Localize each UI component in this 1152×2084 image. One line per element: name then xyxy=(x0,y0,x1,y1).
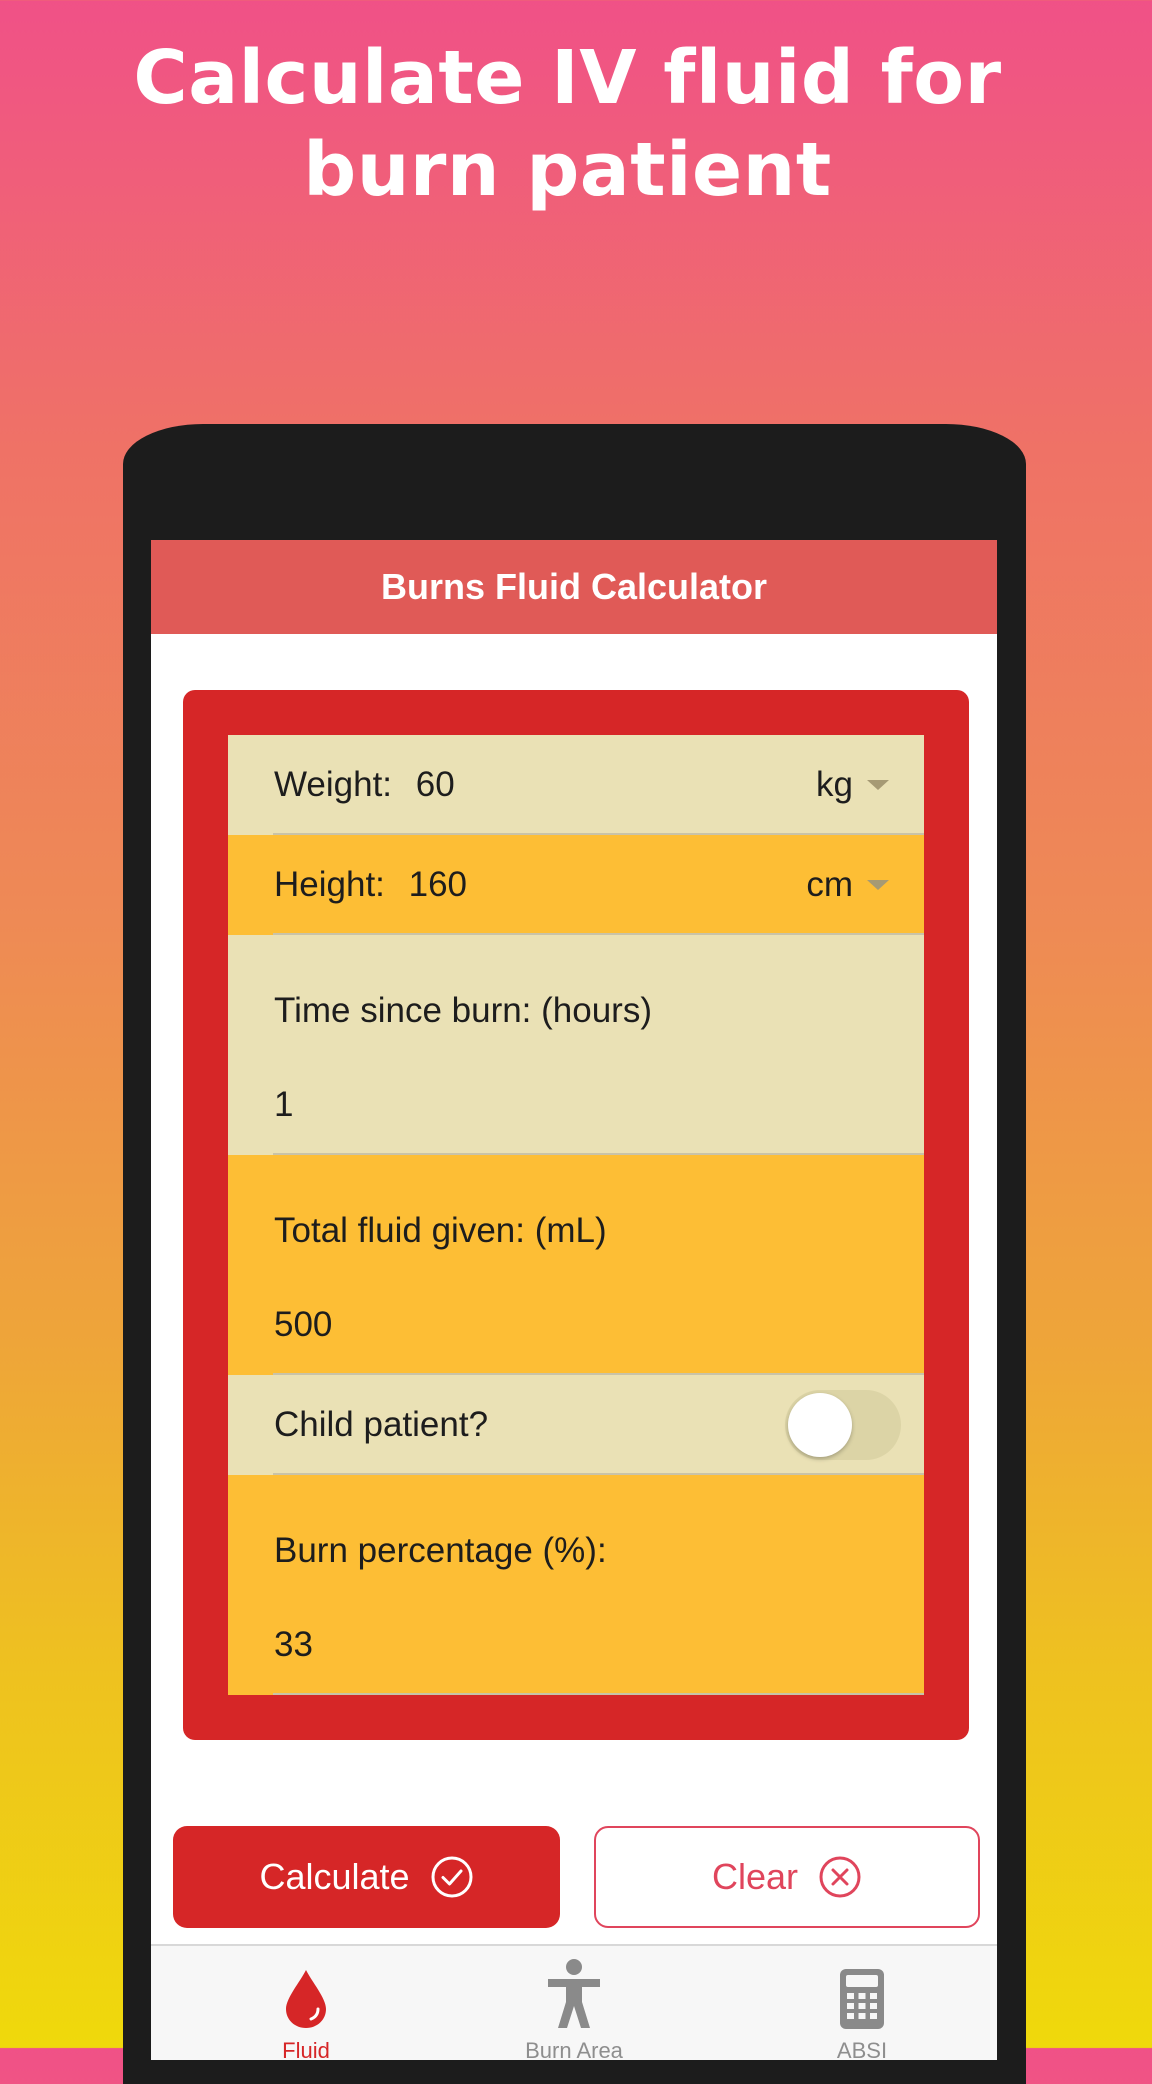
calculate-button[interactable]: Calculate xyxy=(173,1826,560,1928)
burn-percentage-row: Burn percentage (%): 33 xyxy=(228,1475,924,1695)
height-input[interactable]: 160 xyxy=(409,865,467,905)
app-title: Burns Fluid Calculator xyxy=(380,566,768,607)
tab-fluid-label: Fluid xyxy=(282,2038,330,2060)
time-since-burn-label: Time since burn: (hours) xyxy=(274,991,652,1030)
weight-label: Weight: xyxy=(274,765,402,804)
close-circle-icon xyxy=(819,1856,861,1898)
chevron-down-icon xyxy=(867,880,889,890)
weight-unit-select[interactable]: kg xyxy=(816,765,889,805)
height-unit-select[interactable]: cm xyxy=(806,865,889,905)
total-fluid-label: Total fluid given: (mL) xyxy=(274,1211,607,1250)
total-fluid-input[interactable]: 500 xyxy=(274,1305,332,1345)
chevron-down-icon xyxy=(867,780,889,790)
burn-percentage-label: Burn percentage (%): xyxy=(274,1531,607,1570)
height-label: Height: xyxy=(274,865,395,904)
drop-icon xyxy=(286,1970,326,2028)
promo-heading-line-1: Calculate IV fluid for xyxy=(133,35,1002,121)
clear-button[interactable]: Clear xyxy=(594,1826,980,1928)
app-screen: Burns Fluid Calculator Weight: 60 kg Hei… xyxy=(151,540,997,2060)
tab-bar: Fluid Burn Area ABSI xyxy=(151,1944,997,2060)
weight-input[interactable]: 60 xyxy=(416,765,455,805)
child-patient-row: Child patient? xyxy=(228,1375,924,1475)
child-patient-label: Child patient? xyxy=(274,1405,489,1444)
person-icon xyxy=(548,1959,600,2028)
row-divider xyxy=(273,1693,924,1695)
tab-absi[interactable]: ABSI xyxy=(762,1946,962,2060)
tab-burn-area[interactable]: Burn Area xyxy=(474,1946,674,2060)
promo-heading: Calculate IV fluid for burn patient xyxy=(0,32,1135,216)
burn-percentage-input[interactable]: 33 xyxy=(274,1625,313,1665)
tab-absi-label: ABSI xyxy=(836,2038,888,2060)
weight-unit-value: kg xyxy=(816,765,853,804)
total-fluid-row: Total fluid given: (mL) 500 xyxy=(228,1155,924,1375)
height-unit-value: cm xyxy=(806,865,853,904)
nav-bar: Burns Fluid Calculator xyxy=(151,540,997,634)
clear-button-label: Clear xyxy=(711,1856,799,1897)
time-since-burn-input[interactable]: 1 xyxy=(274,1085,293,1125)
height-row[interactable]: Height: 160 cm xyxy=(228,835,924,935)
child-patient-toggle[interactable] xyxy=(785,1390,901,1460)
promo-heading-line-2: burn patient xyxy=(303,127,832,213)
form-card: Weight: 60 kg Height: 160 cm Time since xyxy=(183,690,969,1740)
form-list: Weight: 60 kg Height: 160 cm Time since xyxy=(228,735,924,1695)
tab-burn-area-label: Burn Area xyxy=(525,2038,623,2060)
time-since-burn-row: Time since burn: (hours) 1 xyxy=(228,935,924,1155)
check-circle-icon xyxy=(431,1856,473,1898)
weight-row[interactable]: Weight: 60 kg xyxy=(228,735,924,835)
tab-fluid[interactable]: Fluid xyxy=(206,1946,406,2060)
toggle-knob xyxy=(788,1393,852,1457)
calculate-button-label: Calculate xyxy=(259,1856,410,1897)
calculator-icon xyxy=(840,1969,884,2029)
